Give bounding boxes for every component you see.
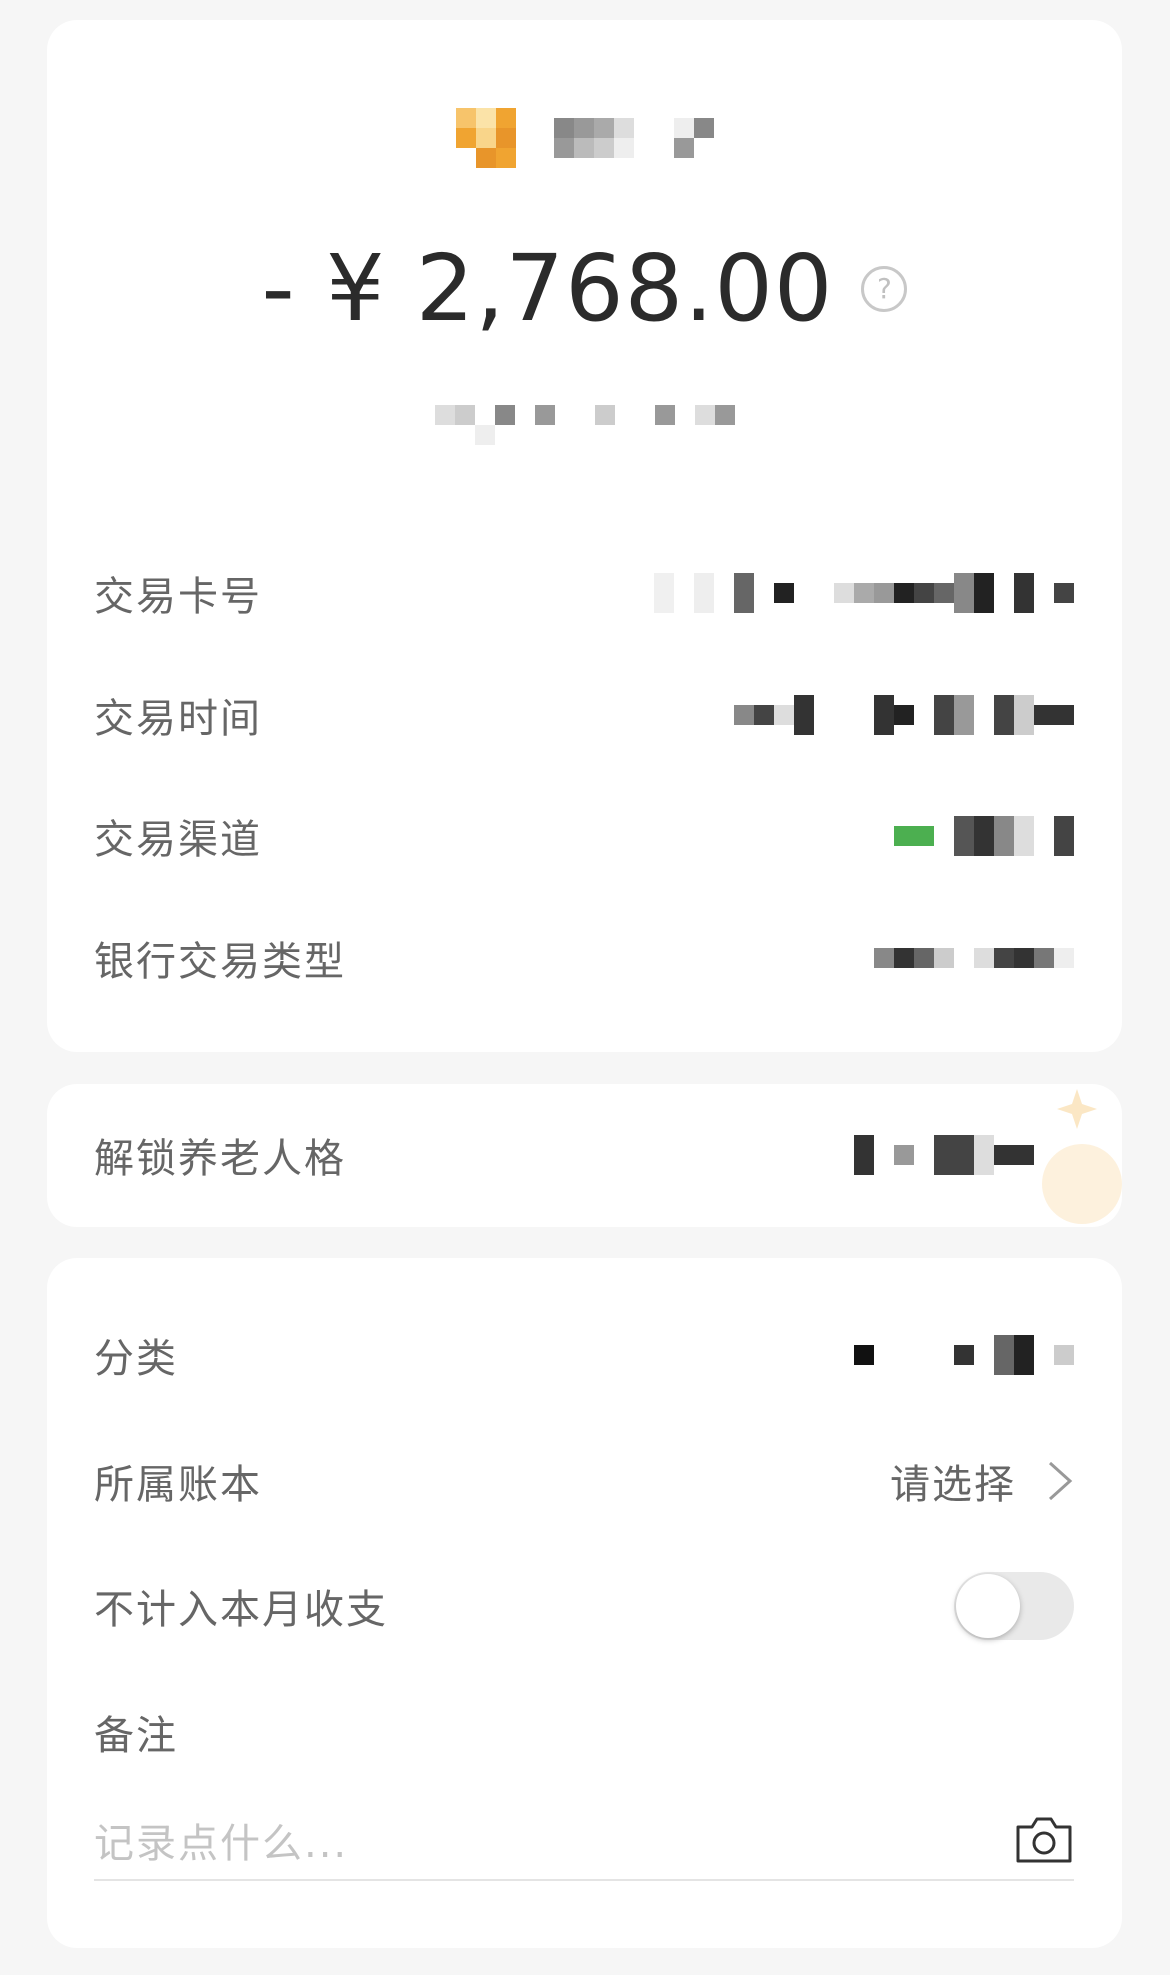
detail-row-card-number: 交易卡号 [94, 563, 1074, 623]
merchant-subtitle-redacted [47, 405, 1122, 445]
merchant-name-redacted [553, 118, 714, 158]
note-label: 备注 [94, 1713, 178, 1759]
transaction-summary-card: - ¥ 2,768.00 ? 交易卡号 交易时间 交易渠道 银行交易类型 [47, 20, 1122, 1052]
detail-row-channel: 交易渠道 [94, 806, 1074, 866]
note-placeholder: 记录点什么... [94, 1821, 349, 1867]
detail-label: 交易卡号 [94, 574, 262, 620]
promo-card[interactable]: 解锁养老人格 [47, 1084, 1122, 1227]
exclude-row: 不计入本月收支 [94, 1572, 1074, 1640]
bank-type-redacted [874, 948, 1074, 968]
toggle-knob [956, 1574, 1020, 1638]
help-icon[interactable]: ? [861, 265, 908, 312]
chevron-right-icon [1048, 1461, 1073, 1501]
category-row[interactable]: 分类 [94, 1325, 1074, 1385]
ledger-row[interactable]: 所属账本 请选择 [94, 1451, 1074, 1511]
settings-card: 分类 所属账本 请选择 不计入本月收支 备注 记录点什么... [47, 1258, 1122, 1948]
detail-label: 交易渠道 [94, 817, 262, 863]
transaction-amount: - ¥ 2,768.00 [261, 235, 834, 342]
promo-label: 解锁养老人格 [94, 1136, 346, 1182]
transaction-time-redacted [734, 695, 1074, 735]
card-number-redacted [654, 573, 1074, 613]
note-input[interactable]: 记录点什么... [94, 1801, 1074, 1881]
ledger-selector[interactable]: 请选择 [890, 1452, 1074, 1510]
camera-icon[interactable] [1014, 1815, 1074, 1865]
exclude-label: 不计入本月收支 [94, 1587, 388, 1633]
detail-row-bank-type: 银行交易类型 [94, 928, 1074, 988]
exclude-toggle[interactable] [954, 1572, 1074, 1640]
channel-redacted [894, 816, 1074, 856]
amount-row: - ¥ 2,768.00 ? [47, 235, 1122, 342]
ledger-label: 所属账本 [94, 1462, 262, 1508]
detail-label: 银行交易类型 [94, 939, 346, 985]
category-value-redacted [854, 1335, 1074, 1375]
decorative-badge-icon [1042, 1089, 1122, 1224]
note-header-row: 备注 [94, 1702, 1074, 1762]
detail-row-time: 交易时间 [94, 685, 1074, 745]
ledger-value: 请选择 [890, 1462, 1016, 1508]
detail-label: 交易时间 [94, 696, 262, 742]
category-label: 分类 [94, 1336, 178, 1382]
merchant-header [47, 108, 1122, 168]
merchant-logo [455, 108, 516, 168]
promo-row[interactable]: 解锁养老人格 [94, 1125, 1074, 1185]
